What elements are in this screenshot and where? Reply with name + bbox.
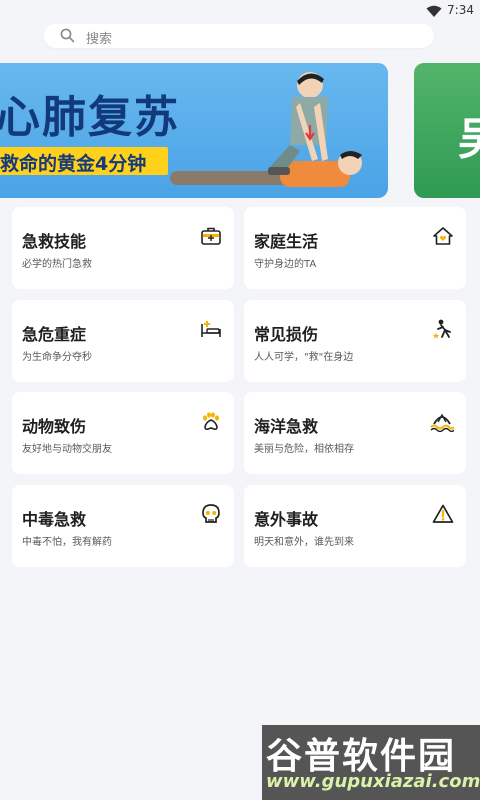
- card-desc: 守护身边的TA: [254, 259, 317, 270]
- hospital-bed-icon: [200, 318, 222, 344]
- category-card-ocean-first-aid[interactable]: 海洋急救 美丽与危险，相依相存: [244, 392, 466, 474]
- card-title: 家庭生活: [254, 232, 319, 251]
- watermark: 谷普软件园 www.gupuxiazai.com: [262, 725, 480, 800]
- status-time: 7:34: [447, 3, 474, 17]
- search-icon: [60, 28, 75, 47]
- category-card-family-life[interactable]: 家庭生活 守护身边的TA: [244, 207, 466, 289]
- category-card-critical-illness[interactable]: 急危重症 为生命争分夺秒: [12, 300, 234, 382]
- card-desc: 明天和意外，谁先到来: [254, 537, 354, 548]
- category-card-first-aid-skills[interactable]: 急救技能 必学的热门急救: [12, 207, 234, 289]
- falling-person-icon: [432, 318, 454, 344]
- card-title: 海洋急救: [254, 417, 319, 436]
- lifebuoy-wave-icon: [430, 410, 455, 436]
- card-title: 急救技能: [22, 232, 87, 251]
- card-title: 意外事故: [254, 510, 319, 529]
- cpr-illustration: [170, 72, 362, 187]
- search-placeholder: 搜索: [86, 32, 113, 47]
- card-title: 急危重症: [22, 325, 87, 344]
- category-card-animal-injuries[interactable]: 动物致伤 友好地与动物交朋友: [12, 392, 234, 474]
- search-input[interactable]: 搜索: [44, 24, 434, 48]
- warning-triangle-icon: [432, 503, 454, 529]
- watermark-url: www.gupuxiazai.com: [266, 771, 480, 792]
- category-card-poisoning[interactable]: 中毒急救 中毒不怕，我有解药: [12, 485, 234, 567]
- card-title: 常见损伤: [254, 325, 319, 344]
- card-desc: 必学的热门急救: [22, 259, 92, 270]
- status-bar: 7:34: [0, 0, 480, 22]
- card-title: 中毒急救: [22, 510, 87, 529]
- card-desc: 友好地与动物交朋友: [22, 444, 112, 455]
- banner-cpr[interactable]: 心肺复苏 救命的黄金4分钟: [0, 63, 388, 198]
- banner-subtitle: 救命的黄金4分钟: [0, 153, 147, 175]
- card-desc: 人人可学，"救"在身边: [254, 352, 354, 363]
- home-heart-icon: [432, 225, 454, 251]
- skull-icon: [200, 503, 222, 529]
- card-desc: 为生命争分夺秒: [22, 352, 92, 363]
- banner-next[interactable]: 吴: [414, 63, 480, 198]
- banner-next-title: 吴: [458, 103, 480, 167]
- card-desc: 中毒不怕，我有解药: [22, 537, 112, 548]
- banner-title: 心肺复苏: [0, 92, 180, 143]
- wifi-icon: [426, 3, 442, 22]
- card-title: 动物致伤: [22, 417, 87, 436]
- paw-icon: [200, 410, 222, 436]
- first-aid-kit-icon: [200, 225, 222, 251]
- category-card-accidents[interactable]: 意外事故 明天和意外，谁先到来: [244, 485, 466, 567]
- card-desc: 美丽与危险，相依相存: [254, 444, 354, 455]
- category-card-common-injuries[interactable]: 常见损伤 人人可学，"救"在身边: [244, 300, 466, 382]
- banner-subtitle-box: 救命的黄金4分钟: [0, 147, 168, 175]
